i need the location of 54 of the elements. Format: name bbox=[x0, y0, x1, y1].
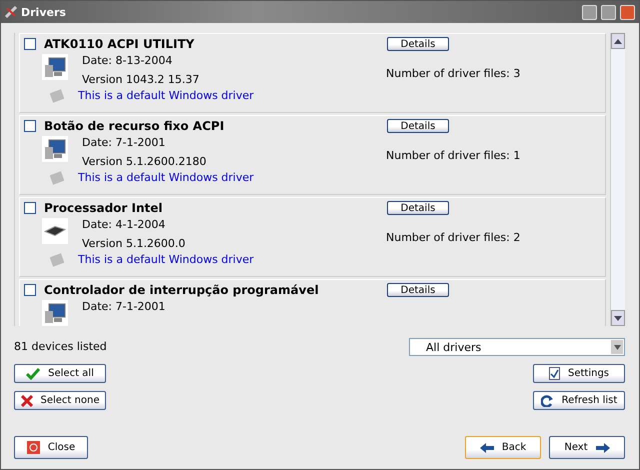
driver-file-count: Number of driver files: 1 bbox=[386, 149, 522, 162]
checkbox[interactable] bbox=[24, 202, 36, 214]
details-button[interactable]: Details bbox=[387, 201, 449, 215]
power-icon bbox=[26, 441, 40, 454]
driver-date: Date: 7-1-2001 bbox=[82, 136, 166, 149]
select-all-button[interactable]: Select all bbox=[14, 364, 106, 383]
computer-icon bbox=[43, 137, 67, 161]
checkmark-icon bbox=[26, 368, 40, 380]
driver-version: Version 1043.2 15.37 bbox=[82, 73, 200, 86]
minimize-button[interactable] bbox=[582, 4, 597, 20]
back-button[interactable]: Back bbox=[465, 436, 541, 459]
document-check-icon bbox=[548, 367, 560, 380]
computer-icon bbox=[43, 301, 67, 325]
driver-file-count: Number of driver files: 3 bbox=[386, 67, 522, 80]
computer-icon bbox=[43, 55, 67, 79]
driver-name: Controlador de interrupção programável bbox=[44, 283, 319, 297]
select-none-button[interactable]: Select none bbox=[14, 391, 106, 410]
checkbox[interactable] bbox=[24, 120, 36, 132]
details-button[interactable]: Details bbox=[387, 283, 449, 297]
driver-file-count: Number of driver files: 2 bbox=[386, 231, 522, 244]
driver-date: Date: 4-1-2004 bbox=[82, 218, 166, 231]
caret-icon bbox=[614, 344, 620, 350]
device-count: 81 devices listed bbox=[14, 339, 107, 355]
left-arrow-icon bbox=[480, 442, 494, 452]
scroll-down-icon[interactable] bbox=[614, 316, 622, 320]
scrollbar[interactable] bbox=[610, 33, 625, 326]
chip-icon bbox=[44, 226, 66, 236]
driver-name: ATK0110 ACPI UTILITY bbox=[44, 37, 194, 51]
window-title: Drivers bbox=[21, 6, 67, 18]
details-button[interactable]: Details bbox=[387, 119, 449, 133]
maximize-button[interactable] bbox=[601, 4, 616, 20]
checkbox[interactable] bbox=[24, 284, 36, 296]
scroll-up-icon[interactable] bbox=[614, 38, 622, 44]
driver-date: Date: 7-1-2001 bbox=[82, 300, 166, 313]
driver-version: Version 5.1.2600.2180 bbox=[82, 155, 206, 168]
driver-version: Version 5.1.2600.0 bbox=[82, 237, 186, 250]
driver-name: Processador Intel bbox=[44, 201, 163, 215]
driver-name: Botão de recurso fixo ACPI bbox=[44, 119, 224, 133]
cross-icon bbox=[20, 394, 32, 406]
next-button[interactable]: Next bbox=[549, 436, 625, 459]
settings-button[interactable]: Settings bbox=[533, 364, 625, 383]
refresh-list-button[interactable]: Refresh list bbox=[533, 391, 625, 410]
checkbox[interactable] bbox=[24, 38, 36, 50]
right-arrow-icon bbox=[596, 442, 610, 452]
details-button[interactable]: Details bbox=[387, 37, 449, 51]
close-dialog-button[interactable]: Close bbox=[14, 436, 88, 459]
close-button[interactable] bbox=[620, 4, 635, 20]
filter-dropdown[interactable]: All drivers bbox=[409, 338, 625, 356]
refresh-icon bbox=[540, 394, 554, 406]
default-driver-note: This is a default Windows driver bbox=[78, 171, 254, 185]
tools-icon bbox=[5, 6, 17, 18]
default-driver-note: This is a default Windows driver bbox=[78, 253, 254, 267]
driver-date: Date: 8-13-2004 bbox=[82, 54, 174, 67]
default-driver-note: This is a default Windows driver bbox=[78, 89, 254, 103]
